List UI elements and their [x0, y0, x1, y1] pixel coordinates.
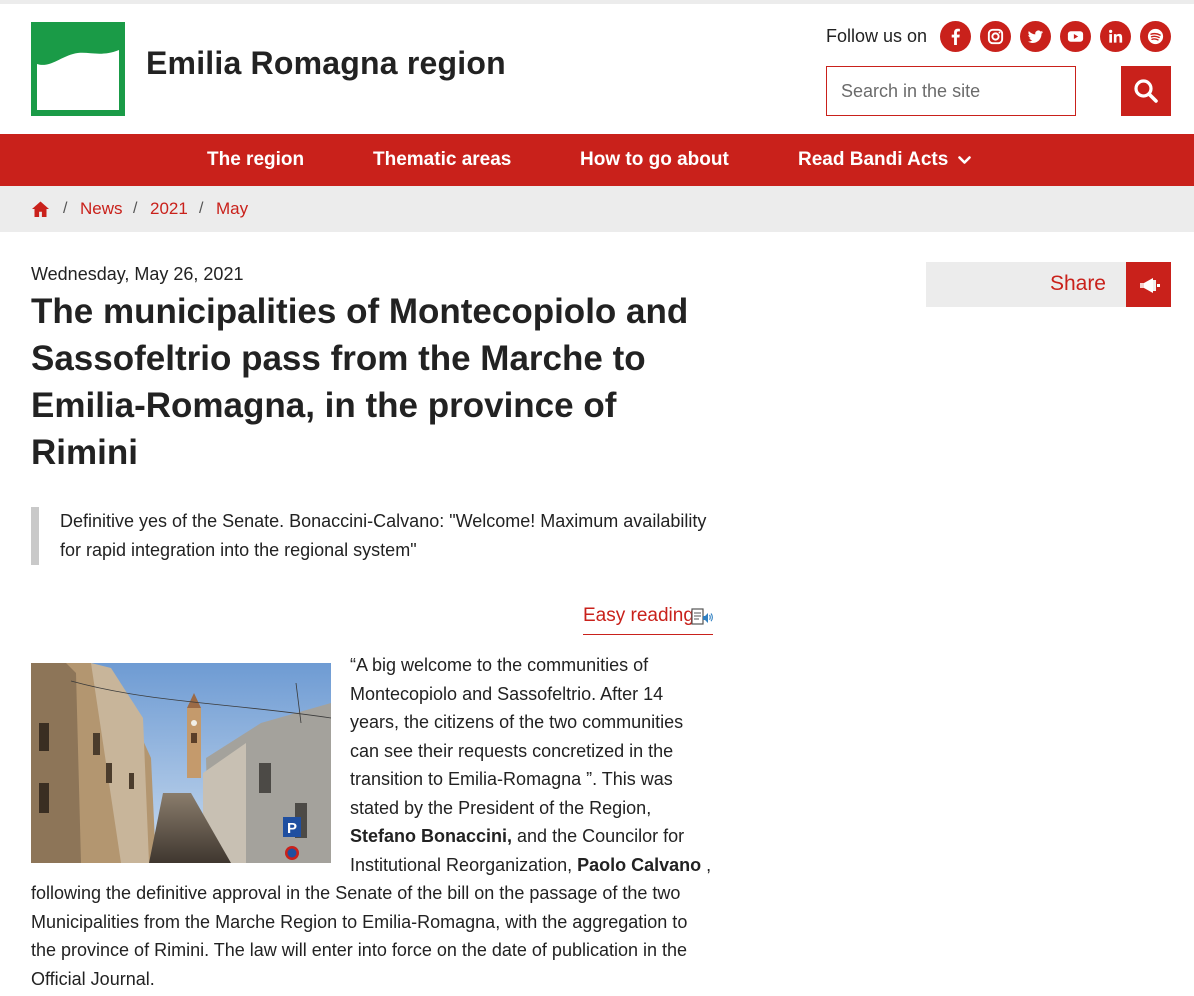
follow-us-label: Follow us on — [826, 26, 928, 46]
article-body: “A big welcome to the communities of Mon… — [31, 651, 713, 993]
top-border — [0, 0, 1194, 4]
breadcrumb-news[interactable]: News — [80, 199, 123, 219]
easy-reading-link[interactable]: Easy reading — [583, 605, 713, 635]
megaphone-icon — [1126, 262, 1171, 307]
chevron-down-icon — [958, 149, 972, 171]
breadcrumb-separator: / — [199, 200, 204, 217]
breadcrumb-separator: / — [63, 200, 68, 217]
search-icon — [1134, 79, 1158, 103]
instagram-icon[interactable] — [980, 21, 1011, 52]
twitter-icon[interactable] — [1020, 21, 1051, 52]
nav-item-read-bandi-acts[interactable]: Read Bandi Acts — [798, 149, 972, 171]
share-label: Share — [1049, 272, 1106, 295]
audio-reader-icon — [691, 607, 713, 633]
home-icon[interactable] — [31, 200, 50, 218]
article-date: Wednesday, May 26, 2021 — [31, 264, 244, 284]
article-lead-quote: Definitive yes of the Senate. Bonaccini-… — [31, 507, 711, 565]
person-name-bonaccini: Stefano Bonaccini, — [350, 826, 513, 846]
body-text-1: “A big welcome to the communities of Mon… — [350, 655, 684, 818]
region-logo[interactable] — [31, 22, 125, 116]
facebook-icon[interactable] — [940, 21, 971, 52]
main-nav: The region Thematic areas How to go abou… — [0, 134, 1194, 186]
easy-reading-label: Easy reading — [583, 605, 694, 626]
breadcrumb: / News / 2021 / May — [0, 186, 1194, 232]
nav-item-label: Read Bandi Acts — [798, 149, 949, 171]
search-input[interactable] — [826, 66, 1076, 116]
search-button[interactable] — [1121, 66, 1171, 116]
person-name-calvano: Paolo Calvano — [577, 854, 702, 875]
youtube-icon[interactable] — [1060, 21, 1091, 52]
site-name[interactable]: Emilia Romagna region — [146, 45, 506, 82]
breadcrumb-separator: / — [133, 200, 138, 217]
linkedin-icon[interactable] — [1100, 21, 1131, 52]
nav-item-the-region[interactable]: The region — [207, 149, 304, 171]
spotify-icon[interactable] — [1140, 21, 1171, 52]
nav-item-thematic-areas[interactable]: Thematic areas — [373, 149, 511, 171]
nav-item-how-to-go-about[interactable]: How to go about — [580, 149, 729, 171]
breadcrumb-2021[interactable]: 2021 — [150, 199, 188, 219]
breadcrumb-may[interactable]: May — [216, 199, 248, 219]
share-button[interactable]: Share — [926, 262, 1171, 307]
article-title: The municipalities of Montecopiolo and S… — [31, 292, 689, 472]
